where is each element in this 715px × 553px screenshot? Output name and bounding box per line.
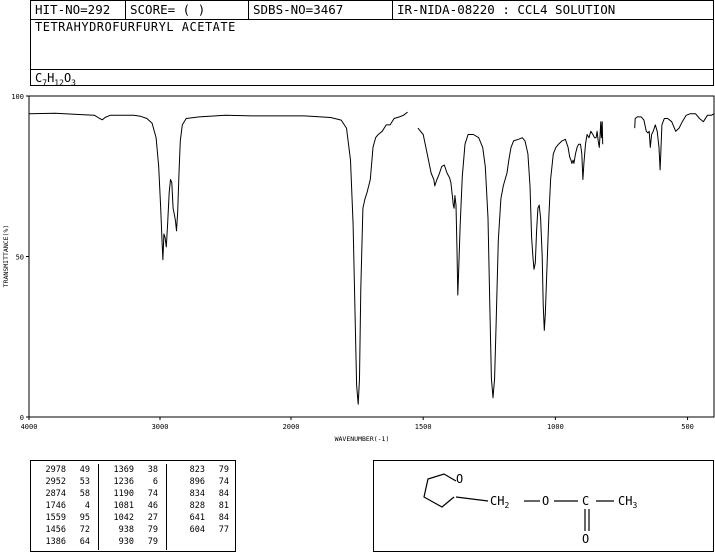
peak-wavenumber: 1081 <box>113 501 134 511</box>
peak-wavenumber: 1236 <box>113 477 134 487</box>
peak-wavenumber: 2952 <box>45 477 66 487</box>
peak-row: 823 79 <box>167 464 237 476</box>
ch2-label: CH2 <box>490 494 509 510</box>
y-tick-label: 50 <box>16 254 24 262</box>
ring-to-ch2-bond <box>455 496 489 502</box>
peak-row: 938 79 <box>99 524 166 536</box>
peak-row: 930 79 <box>99 536 166 548</box>
y-tick-label: 0 <box>20 414 24 422</box>
peak-row: 1042 27 <box>99 512 166 524</box>
peak-transmittance: 74 <box>218 477 229 487</box>
peak-wavenumber: 604 <box>189 525 205 535</box>
peak-wavenumber: 1042 <box>113 513 134 523</box>
peak-wavenumber: 1456 <box>45 525 66 535</box>
peak-row: 1081 46 <box>99 500 166 512</box>
peak-transmittance: 74 <box>147 489 158 499</box>
x-tick-label: 3000 <box>152 423 169 431</box>
peak-row: 2978 49 <box>31 464 98 476</box>
peak-transmittance: 72 <box>79 525 90 535</box>
peak-wavenumber: 938 <box>118 525 134 535</box>
peak-wavenumber: 1746 <box>45 501 66 511</box>
peak-column-3: 823 79 896 74 834 84 828 81 641 84 604 77 <box>167 464 237 550</box>
peak-wavenumber: 641 <box>189 513 205 523</box>
y-tick-label: 100 <box>11 93 24 101</box>
ch2-subscript: 2 <box>504 501 509 510</box>
carbonyl-carbon: C <box>582 494 589 508</box>
peak-wavenumber: 1369 <box>113 465 134 475</box>
peak-row: 828 81 <box>167 500 237 512</box>
peak-wavenumber: 1190 <box>113 489 134 499</box>
peak-wavenumber: 1559 <box>45 513 66 523</box>
structure-box: O CH2 O C CH3 O <box>373 460 714 552</box>
x-tick-label: 2000 <box>283 423 300 431</box>
x-axis-ticks: 4000 3000 2000 1500 1000 500 <box>21 417 694 431</box>
peak-transmittance: 64 <box>79 537 90 547</box>
peak-row: 1386 64 <box>31 536 98 548</box>
peak-transmittance: 46 <box>147 501 158 511</box>
peak-column-2: 1369 38 1236 6 1190 74 1081 46 1042 27 938 79 930 79 <box>99 464 167 550</box>
peak-wavenumber: 823 <box>189 465 205 475</box>
peak-wavenumber: 2978 <box>45 465 66 475</box>
peak-row: 1236 6 <box>99 476 166 488</box>
x-tick-label: 4000 <box>21 423 38 431</box>
ester-oxygen: O <box>542 494 549 508</box>
peak-row: 2952 53 <box>31 476 98 488</box>
y-axis-ticks: 0 50 100 <box>11 93 29 422</box>
x-tick-label: 1000 <box>547 423 564 431</box>
ch2-text: CH <box>490 494 504 508</box>
peak-table: 2978 49 2952 53 2874 58 1746 4 1559 95 1456 72 1386 6… <box>30 460 236 552</box>
methyl-text: CH <box>618 494 632 508</box>
x-tick-label: 500 <box>681 423 694 431</box>
peak-transmittance: 4 <box>84 501 90 511</box>
peak-row: 604 77 <box>167 524 237 536</box>
peak-transmittance: 77 <box>218 525 229 535</box>
x-axis-label: WAVENUMBER(-1) <box>335 435 390 443</box>
thf-ring <box>423 473 457 508</box>
peak-transmittance: 81 <box>218 501 229 511</box>
carbonyl-oxygen: O <box>582 532 589 546</box>
peak-wavenumber: 896 <box>189 477 205 487</box>
peak-transmittance: 27 <box>147 513 158 523</box>
peak-transmittance: 49 <box>79 465 90 475</box>
peak-transmittance: 95 <box>79 513 90 523</box>
peak-transmittance: 79 <box>218 465 229 475</box>
peak-wavenumber: 2874 <box>45 489 66 499</box>
spectrum-segment-1 <box>28 111 408 405</box>
structure-diagram: O CH2 O C CH3 O <box>423 472 637 546</box>
peak-transmittance: 79 <box>147 525 158 535</box>
methyl-label: CH3 <box>618 494 637 510</box>
y-axis-label: TRANSMITTANCE(%) <box>2 225 10 288</box>
peak-transmittance: 84 <box>218 513 229 523</box>
peak-wavenumber: 834 <box>189 489 205 499</box>
peak-row: 896 74 <box>167 476 237 488</box>
peak-row: 834 84 <box>167 488 237 500</box>
peak-transmittance: 6 <box>152 477 158 487</box>
peak-row: 641 84 <box>167 512 237 524</box>
peak-transmittance: 79 <box>147 537 158 547</box>
peak-wavenumber: 1386 <box>45 537 66 547</box>
ir-spectrum-chart: 4000 3000 2000 1500 1000 500 0 50 100 WAVENUMBE… <box>2 93 715 443</box>
peak-transmittance: 58 <box>79 489 90 499</box>
peak-row: 1456 72 <box>31 524 98 536</box>
peak-row: 1369 38 <box>99 464 166 476</box>
spectrum-segment-3 <box>634 113 715 171</box>
peak-row: 1559 95 <box>31 512 98 524</box>
peak-wavenumber: 828 <box>189 501 205 511</box>
spectrum-series <box>28 111 715 405</box>
spectrum-segment-2 <box>417 121 604 399</box>
peak-transmittance: 84 <box>218 489 229 499</box>
peak-row: 1746 4 <box>31 500 98 512</box>
ring-oxygen: O <box>456 472 463 486</box>
peak-row: 2874 58 <box>31 488 98 500</box>
peak-transmittance: 53 <box>79 477 90 487</box>
peak-column-1: 2978 49 2952 53 2874 58 1746 4 1559 95 1456 72 1386 6… <box>31 464 99 550</box>
peak-transmittance: 38 <box>147 465 158 475</box>
plot-frame <box>28 95 715 418</box>
x-tick-label: 1500 <box>415 423 432 431</box>
methyl-subscript: 3 <box>632 501 637 510</box>
peak-wavenumber: 930 <box>118 537 134 547</box>
peak-row: 1190 74 <box>99 488 166 500</box>
